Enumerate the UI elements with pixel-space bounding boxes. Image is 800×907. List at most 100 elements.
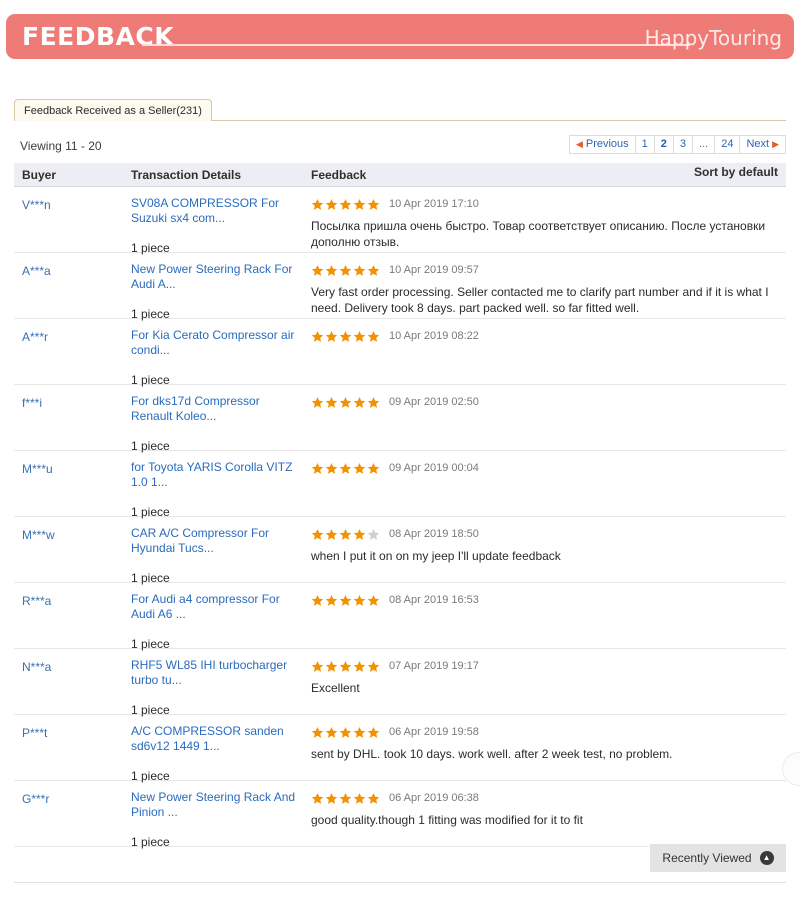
- product-title-link[interactable]: for Toyota YARIS Corolla VITZ 1.0 1...: [131, 460, 301, 490]
- table-row: P***t A/C COMPRESSOR sanden sd6v12 1449 1…: [14, 715, 786, 783]
- feedback-cell: 10 Apr 2019 08:22: [311, 328, 778, 344]
- buyer-name: V***n: [22, 198, 51, 212]
- product-title-link[interactable]: A/C COMPRESSOR sanden sd6v12 1449 1...: [131, 724, 301, 754]
- transaction-details-cell: New Power Steering Rack For Audi A... 1 p…: [131, 262, 301, 321]
- feedback-comment: Excellent: [311, 681, 360, 695]
- feedback-table-body: V***n SV08A COMPRESSOR For Suzuki sx4 com…: [14, 187, 786, 849]
- table-header: Buyer Transaction Details Feedback Sort …: [14, 163, 786, 187]
- buyer-name: M***w: [22, 528, 55, 542]
- star-rating-icon: [311, 462, 380, 475]
- buyer-name: G***r: [22, 792, 50, 806]
- feedback-cell: 08 Apr 2019 18:50 when I put it on on my …: [311, 526, 778, 564]
- buyer-name: f***i: [22, 396, 43, 410]
- chevron-right-icon: ▶: [772, 139, 779, 149]
- buyer-name: A***r: [22, 330, 49, 344]
- rating-row: 06 Apr 2019 19:58: [311, 724, 778, 740]
- store-brand-name: HappyTouring: [644, 26, 782, 50]
- feedback-cell: 06 Apr 2019 19:58 sent by DHL. took 10 da…: [311, 724, 778, 762]
- product-title-link[interactable]: For Kia Cerato Compressor air condi...: [131, 328, 301, 358]
- buyer-name: R***a: [22, 594, 52, 608]
- rating-row: 09 Apr 2019 02:50: [311, 394, 778, 410]
- feedback-date: 09 Apr 2019 00:04: [389, 461, 479, 474]
- rating-row: 09 Apr 2019 00:04: [311, 460, 778, 476]
- transaction-details-cell: CAR A/C Compressor For Hyundai Tucs... 1 …: [131, 526, 301, 585]
- feedback-cell: 09 Apr 2019 00:04: [311, 460, 778, 476]
- buyer-name: P***t: [22, 726, 48, 740]
- buyer-name: M***u: [22, 462, 53, 476]
- feedback-date: 10 Apr 2019 08:22: [389, 329, 479, 342]
- table-row: M***w CAR A/C Compressor For Hyundai Tucs…: [14, 517, 786, 585]
- feedback-date: 09 Apr 2019 02:50: [389, 395, 479, 408]
- feedback-cell: 10 Apr 2019 17:10 Посылка пришла очень бы…: [311, 196, 778, 250]
- sort-by-default-label[interactable]: Sort by default: [694, 165, 778, 179]
- tab-strip: Feedback Received as a Seller(231): [14, 99, 786, 121]
- product-title-link[interactable]: New Power Steering Rack For Audi A...: [131, 262, 301, 292]
- product-title-link[interactable]: CAR A/C Compressor For Hyundai Tucs...: [131, 526, 301, 556]
- transaction-details-cell: For Kia Cerato Compressor air condi... 1 …: [131, 328, 301, 387]
- feedback-cell: 10 Apr 2019 09:57 Very fast order process…: [311, 262, 778, 316]
- star-rating-icon: [311, 792, 380, 805]
- table-row: A***a New Power Steering Rack For Audi A.…: [14, 253, 786, 321]
- pagination-next-button[interactable]: Next ▶: [740, 136, 785, 153]
- recently-viewed-widget[interactable]: Recently Viewed ▲: [650, 844, 786, 872]
- column-header-transaction-details: Transaction Details: [131, 168, 242, 182]
- rating-row: 08 Apr 2019 18:50: [311, 526, 778, 542]
- feedback-date: 07 Apr 2019 19:17: [389, 659, 479, 672]
- pagination-page-2-current[interactable]: 2: [654, 136, 674, 153]
- page-title: FEEDBACK: [22, 22, 175, 51]
- transaction-details-cell: RHF5 WL85 IHI turbocharger turbo tu... 1 …: [131, 658, 301, 717]
- chevron-left-icon: ◀: [575, 139, 583, 149]
- product-title-link[interactable]: New Power Steering Rack And Pinion ...: [131, 790, 301, 820]
- product-title-link[interactable]: For dks17d Compressor Renault Koleo...: [131, 394, 301, 424]
- star-rating-icon: [311, 330, 380, 343]
- transaction-details-cell: For dks17d Compressor Renault Koleo... 1 …: [131, 394, 301, 453]
- pagination-page-last[interactable]: 24: [715, 136, 741, 153]
- feedback-page: FEEDBACK HappyTouring Feedback Received …: [0, 0, 800, 907]
- product-title-link[interactable]: SV08A COMPRESSOR For Suzuki sx4 com...: [131, 196, 301, 226]
- tab-feedback-received-as-seller[interactable]: Feedback Received as a Seller(231): [14, 99, 212, 121]
- product-title-link[interactable]: For Audi a4 compressor For Audi A6 ...: [131, 592, 301, 622]
- rating-row: 08 Apr 2019 16:53: [311, 592, 778, 608]
- buyer-name: A***a: [22, 264, 51, 278]
- caret-up-icon[interactable]: ▲: [759, 851, 774, 865]
- pagination-page-3[interactable]: 3: [673, 136, 694, 153]
- feedback-comment: when I put it on on my jeep I'll update …: [311, 549, 561, 563]
- star-rating-icon: [311, 660, 380, 673]
- transaction-details-cell: For Audi a4 compressor For Audi A6 ... 1 …: [131, 592, 301, 651]
- table-row: G***r New Power Steering Rack And Pinion …: [14, 781, 786, 849]
- feedback-date: 06 Apr 2019 06:38: [389, 791, 479, 804]
- viewing-range-label: Viewing 11 - 20: [20, 139, 102, 153]
- rating-row: 10 Apr 2019 08:22: [311, 328, 778, 344]
- rating-row: 10 Apr 2019 17:10: [311, 196, 778, 212]
- feedback-date: 08 Apr 2019 18:50: [389, 527, 479, 540]
- table-row: R***a For Audi a4 compressor For Audi A6 …: [14, 583, 786, 651]
- feedback-cell: 09 Apr 2019 02:50: [311, 394, 778, 410]
- table-row: N***a RHF5 WL85 IHI turbocharger turbo tu…: [14, 649, 786, 717]
- rating-row: 10 Apr 2019 09:57: [311, 262, 778, 278]
- pagination-previous-button[interactable]: ◀ Previous: [569, 136, 636, 153]
- rating-row: 06 Apr 2019 06:38: [311, 790, 778, 806]
- feedback-comment: sent by DHL. took 10 days. work well. af…: [311, 747, 673, 761]
- feedback-date: 10 Apr 2019 09:57: [389, 263, 479, 276]
- feedback-date: 08 Apr 2019 16:53: [389, 593, 479, 606]
- feedback-date: 06 Apr 2019 19:58: [389, 725, 479, 738]
- table-row: V***n SV08A COMPRESSOR For Suzuki sx4 com…: [14, 187, 786, 255]
- transaction-details-cell: A/C COMPRESSOR sanden sd6v12 1449 1... 1 …: [131, 724, 301, 783]
- pagination-page-1[interactable]: 1: [635, 136, 655, 153]
- page-banner: FEEDBACK HappyTouring: [6, 14, 794, 59]
- feedback-comment: Посылка пришла очень быстро. Товар соотв…: [311, 219, 766, 249]
- banner-divider: [142, 44, 690, 46]
- feedback-cell: 06 Apr 2019 06:38 good quality.though 1 f…: [311, 790, 778, 828]
- column-header-buyer: Buyer: [22, 168, 57, 182]
- star-rating-icon: [311, 396, 380, 409]
- star-rating-icon: [311, 594, 380, 607]
- star-rating-icon: [311, 264, 380, 277]
- transaction-details-cell: SV08A COMPRESSOR For Suzuki sx4 com... 1 …: [131, 196, 301, 255]
- rating-row: 07 Apr 2019 19:17: [311, 658, 778, 674]
- column-header-feedback: Feedback: [311, 168, 367, 182]
- feedback-cell: 08 Apr 2019 16:53: [311, 592, 778, 608]
- product-title-link[interactable]: RHF5 WL85 IHI turbocharger turbo tu...: [131, 658, 301, 688]
- transaction-details-cell: New Power Steering Rack And Pinion ... 1 …: [131, 790, 301, 849]
- star-rating-icon: [311, 198, 380, 211]
- pagination-top[interactable]: ◀ Previous 1 2 3 ... 24 Next ▶: [568, 135, 786, 154]
